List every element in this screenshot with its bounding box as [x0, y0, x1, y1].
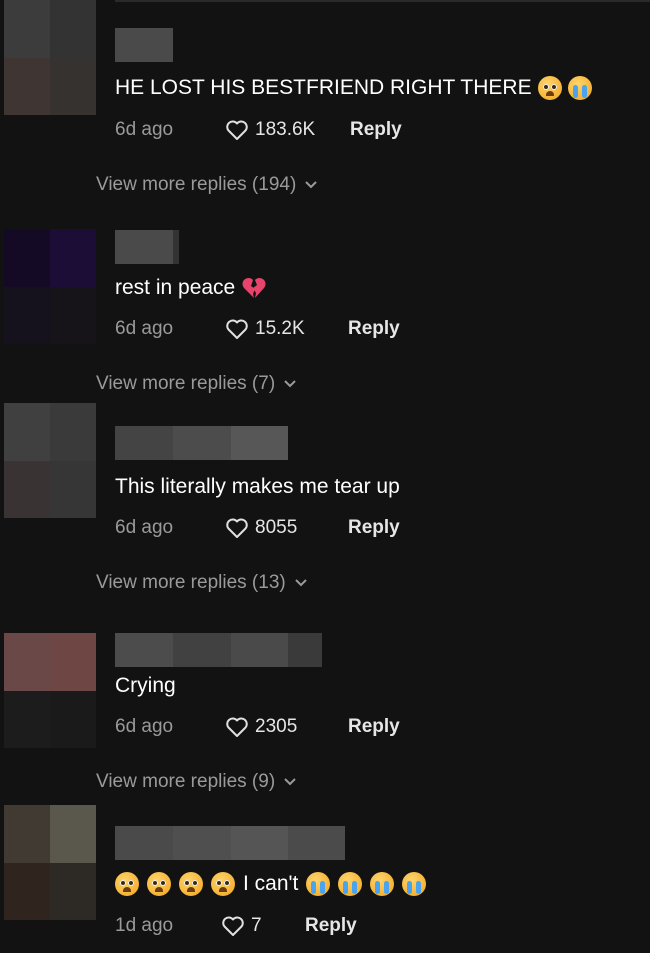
heart-icon: [226, 518, 248, 538]
chevron-down-icon: [305, 181, 318, 189]
pleading-face-icon: [537, 76, 562, 100]
comment-time: 1d ago: [115, 915, 174, 936]
reply-button[interactable]: Reply: [305, 915, 357, 937]
comment-meta: 6d ago 2305 Reply: [115, 713, 400, 741]
loudly-crying-face-icon: [567, 76, 592, 100]
pleading-face-icon: [179, 872, 203, 896]
like-count: 2305: [255, 716, 298, 737]
like-button[interactable]: 183.6K: [225, 119, 350, 141]
comment-text: This literally makes me tear up: [115, 475, 400, 498]
avatar[interactable]: [4, 403, 96, 518]
pleading-face-icon: [115, 872, 139, 896]
avatar[interactable]: [4, 805, 96, 920]
comment-time: 6d ago: [115, 119, 174, 140]
avatar[interactable]: [4, 229, 96, 344]
like-count: 15.2K: [255, 318, 305, 339]
loudly-crying-face-icon: [402, 872, 427, 896]
like-button[interactable]: 15.2K: [225, 318, 348, 340]
reply-button[interactable]: Reply: [348, 716, 400, 738]
reply-button[interactable]: Reply: [348, 318, 400, 340]
heart-icon: [226, 717, 248, 737]
reply-button[interactable]: Reply: [350, 119, 402, 141]
comment-meta: 6d ago 183.6K Reply: [115, 116, 402, 144]
view-more-replies-button[interactable]: View more replies (194): [96, 174, 318, 196]
heart-icon: [222, 916, 244, 936]
comment-text: Crying: [115, 674, 176, 697]
like-count: 8055: [255, 517, 298, 538]
like-button[interactable]: 2305: [225, 716, 348, 738]
heart-icon: [226, 319, 248, 339]
broken-heart-icon: [242, 277, 266, 298]
username-redacted[interactable]: [115, 230, 179, 264]
username-redacted[interactable]: [115, 633, 322, 667]
chevron-down-icon: [295, 579, 307, 587]
reply-button[interactable]: Reply: [348, 517, 400, 539]
comment-text: rest in peace: [115, 274, 267, 302]
comment-meta: 6d ago 8055 Reply: [115, 514, 400, 542]
avatar[interactable]: [4, 0, 96, 115]
loudly-crying-face-icon: [306, 872, 331, 896]
chevron-down-icon: [284, 778, 296, 786]
comment-time: 6d ago: [115, 517, 174, 538]
like-button[interactable]: 8055: [225, 517, 348, 539]
like-count: 183.6K: [255, 119, 316, 140]
avatar[interactable]: [4, 633, 96, 748]
like-count: 7: [251, 915, 262, 936]
comment-time: 6d ago: [115, 716, 174, 737]
loudly-crying-face-icon: [370, 872, 395, 896]
username-redacted[interactable]: [115, 28, 173, 62]
view-more-replies-button[interactable]: View more replies (7): [96, 373, 297, 395]
pleading-face-icon: [147, 872, 171, 896]
divider-line: [115, 0, 650, 2]
comment-meta: 6d ago 15.2K Reply: [115, 315, 400, 343]
comment-text: HE LOST HIS BESTFRIEND RIGHT THERE: [115, 74, 592, 102]
comment-text: I can't: [115, 870, 427, 898]
username-redacted[interactable]: [115, 826, 345, 860]
pleading-face-icon: [211, 872, 235, 896]
view-more-replies-button[interactable]: View more replies (13): [96, 572, 308, 594]
comment-time: 6d ago: [115, 318, 174, 339]
username-redacted[interactable]: [115, 426, 288, 460]
heart-icon: [226, 120, 248, 140]
loudly-crying-face-icon: [338, 872, 363, 896]
chevron-down-icon: [284, 380, 296, 388]
like-button[interactable]: 7: [221, 915, 305, 937]
view-more-replies-button[interactable]: View more replies (9): [96, 771, 297, 793]
comment-meta: 1d ago 7 Reply: [115, 912, 357, 940]
